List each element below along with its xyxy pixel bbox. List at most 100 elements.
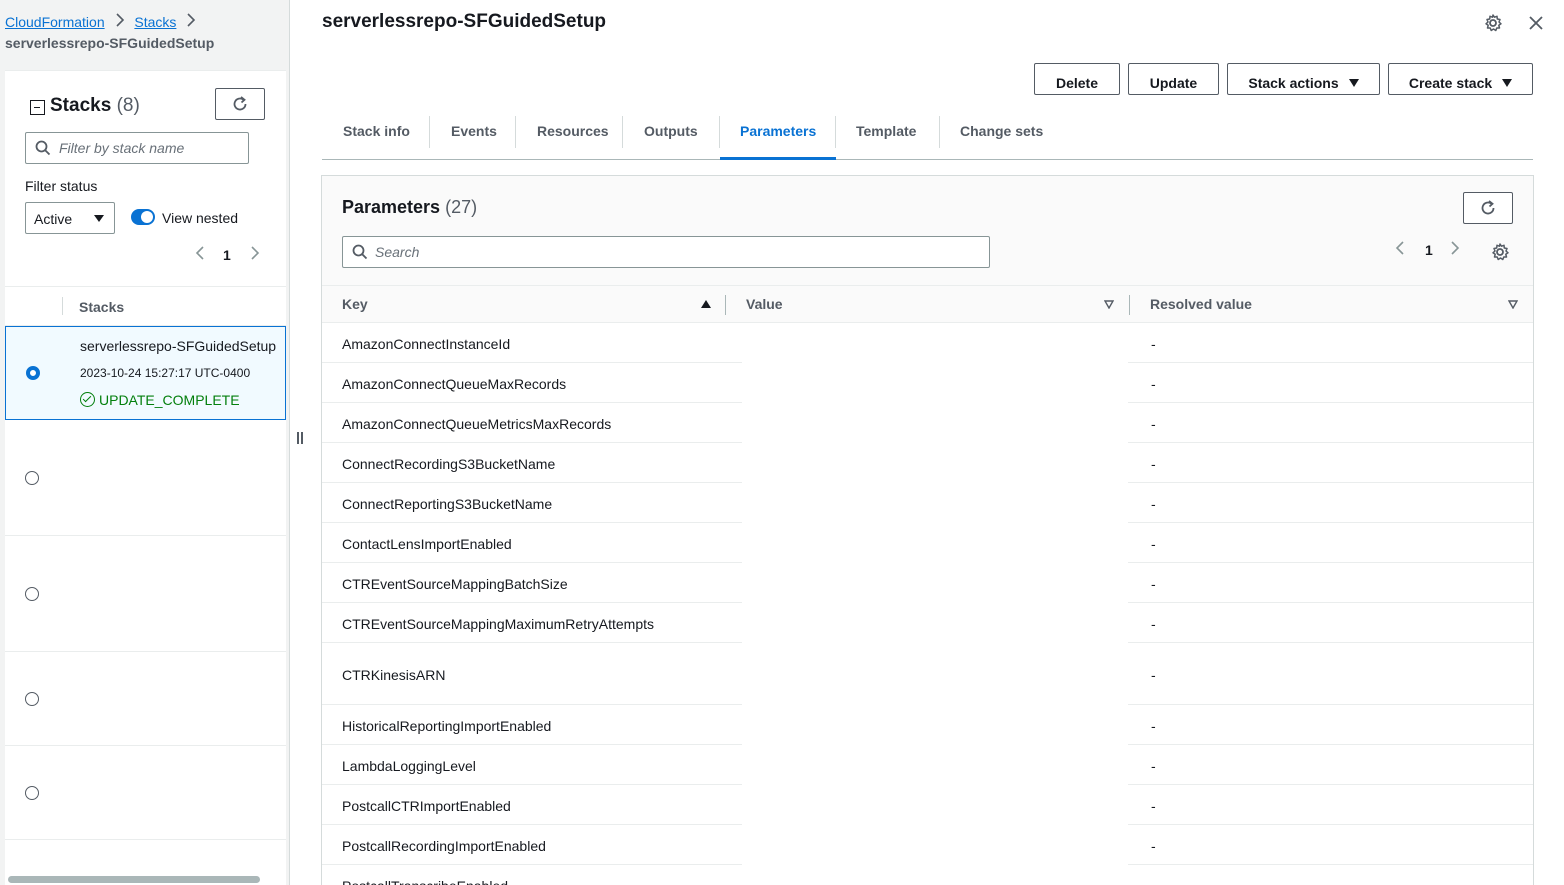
refresh-icon: [1481, 200, 1495, 215]
page-title: serverlessrepo-SFGuidedSetup: [322, 11, 607, 32]
stack-radio[interactable]: [25, 786, 39, 800]
tab-divider: [515, 116, 516, 148]
resolved-value: -: [1151, 878, 1156, 885]
stack-filter-field[interactable]: [25, 132, 249, 164]
resolved-value: -: [1151, 416, 1156, 432]
stack-actions-button[interactable]: Stack actions: [1227, 63, 1380, 95]
chevron-left-icon[interactable]: [1395, 240, 1405, 261]
value-cell: [742, 865, 1128, 885]
settings-icon[interactable]: [1483, 13, 1503, 33]
stack-row[interactable]: [5, 746, 286, 840]
chevron-right-icon[interactable]: [250, 245, 260, 266]
tab-divider: [939, 116, 940, 148]
table-row: ConnectReportingS3BucketName -: [322, 483, 1533, 523]
stacks-page-number[interactable]: 1: [223, 247, 231, 263]
table-row: LambdaLoggingLevel -: [322, 745, 1533, 785]
parameter-key: ContactLensImportEnabled: [342, 536, 512, 552]
parameter-key: HistoricalReportingImportEnabled: [342, 718, 552, 734]
resolved-value: -: [1151, 376, 1156, 392]
stack-actions-label: Stack actions: [1248, 74, 1339, 91]
column-header-key[interactable]: Key: [342, 296, 368, 312]
value-cell: [742, 563, 1128, 603]
update-button[interactable]: Update: [1128, 63, 1219, 95]
stack-radio[interactable]: [25, 692, 39, 706]
stacks-refresh-button[interactable]: [215, 88, 265, 120]
column-header-value[interactable]: Value: [746, 296, 783, 312]
resolved-value: -: [1151, 718, 1156, 734]
chevron-right-icon: [109, 12, 131, 32]
tab-outputs[interactable]: Outputs: [644, 112, 698, 159]
column-divider[interactable]: [725, 295, 726, 315]
create-stack-button[interactable]: Create stack: [1388, 63, 1533, 95]
parameter-key: ConnectRecordingS3BucketName: [342, 456, 556, 472]
chevron-right-icon: [180, 12, 202, 32]
resolved-value: -: [1151, 798, 1156, 814]
tab-divider: [835, 116, 836, 148]
parameters-page-number[interactable]: 1: [1425, 242, 1433, 258]
search-icon: [35, 140, 51, 156]
parameter-key: CTRKinesisARN: [342, 667, 446, 683]
stack-row[interactable]: [5, 536, 286, 652]
chevron-right-icon[interactable]: [1450, 240, 1460, 261]
stack-radio[interactable]: [25, 587, 39, 601]
tab-parameters[interactable]: Parameters: [719, 112, 837, 160]
chevron-left-icon[interactable]: [195, 245, 205, 266]
tab-template[interactable]: Template: [856, 112, 916, 159]
value-cell: [742, 363, 1128, 403]
sort-icon[interactable]: [1508, 300, 1518, 309]
stack-row[interactable]: [5, 420, 286, 536]
resolved-value: -: [1151, 616, 1156, 632]
sort-ascending-icon[interactable]: [701, 300, 711, 308]
stack-row[interactable]: [5, 652, 286, 746]
parameters-search-input[interactable]: [375, 244, 975, 260]
value-cell: [742, 785, 1128, 825]
table-row: AmazonConnectQueueMetricsMaxRecords -: [322, 403, 1533, 443]
value-cell: [742, 323, 1128, 363]
view-nested-toggle[interactable]: [131, 209, 155, 225]
value-cell: [742, 523, 1128, 563]
table-row: CTREventSourceMappingBatchSize -: [322, 563, 1533, 603]
tab-change-sets[interactable]: Change sets: [960, 112, 1043, 159]
stacks-count: (8): [116, 95, 140, 116]
parameters-pagination: 1: [1395, 240, 1465, 262]
parameter-key: PostcallTranscribeEnabled: [342, 878, 508, 885]
stack-row-selected[interactable]: serverlessrepo-SFGuidedSetup 2023-10-24 …: [5, 326, 286, 420]
parameters-refresh-button[interactable]: [1463, 192, 1513, 224]
resolved-value: -: [1151, 667, 1156, 683]
breadcrumb-stacks-link[interactable]: Stacks: [134, 14, 176, 30]
stack-status: UPDATE_COMPLETE: [80, 392, 240, 408]
stack-date: 2023-10-24 15:27:17 UTC-0400: [80, 366, 251, 380]
parameters-table-header: Key Value Resolved value: [322, 285, 1533, 323]
collapse-icon[interactable]: [30, 100, 45, 115]
column-header-resolved-value[interactable]: Resolved value: [1150, 296, 1252, 312]
delete-button[interactable]: Delete: [1034, 63, 1120, 95]
parameters-container: Parameters (27) 1 Key Value: [321, 175, 1534, 885]
column-divider[interactable]: [1129, 295, 1130, 315]
parameter-key: AmazonConnectQueueMetricsMaxRecords: [342, 416, 612, 432]
filter-status-value: Active: [34, 211, 73, 227]
panel-resize-handle[interactable]: [296, 432, 304, 446]
tab-divider: [622, 116, 623, 148]
sort-icon[interactable]: [1104, 300, 1114, 309]
horizontal-scrollbar[interactable]: [8, 876, 260, 883]
table-row: PostcallRecordingImportEnabled -: [322, 825, 1533, 865]
stack-radio[interactable]: [26, 366, 40, 380]
filter-status-select[interactable]: Active: [25, 202, 115, 234]
value-cell: [742, 443, 1128, 483]
parameters-search-field[interactable]: [342, 236, 990, 268]
stack-tabs: Stack info Events Resources Outputs Para…: [322, 112, 1533, 160]
tab-events[interactable]: Events: [451, 112, 497, 159]
tab-resources[interactable]: Resources: [537, 112, 609, 159]
parameter-key: LambdaLoggingLevel: [342, 758, 476, 774]
tab-stack-info[interactable]: Stack info: [343, 112, 410, 159]
breadcrumb-current: serverlessrepo-SFGuidedSetup: [5, 35, 215, 51]
table-row: CTRKinesisARN -: [322, 643, 1533, 705]
parameters-count: (27): [445, 197, 478, 217]
value-cell: [742, 403, 1128, 443]
settings-icon[interactable]: [1490, 242, 1510, 262]
breadcrumb-cloudformation-link[interactable]: CloudFormation: [5, 14, 105, 30]
stack-radio[interactable]: [25, 471, 39, 485]
close-icon[interactable]: [1526, 13, 1546, 33]
stack-filter-input[interactable]: [59, 140, 239, 156]
parameter-key: AmazonConnectQueueMaxRecords: [342, 376, 567, 392]
